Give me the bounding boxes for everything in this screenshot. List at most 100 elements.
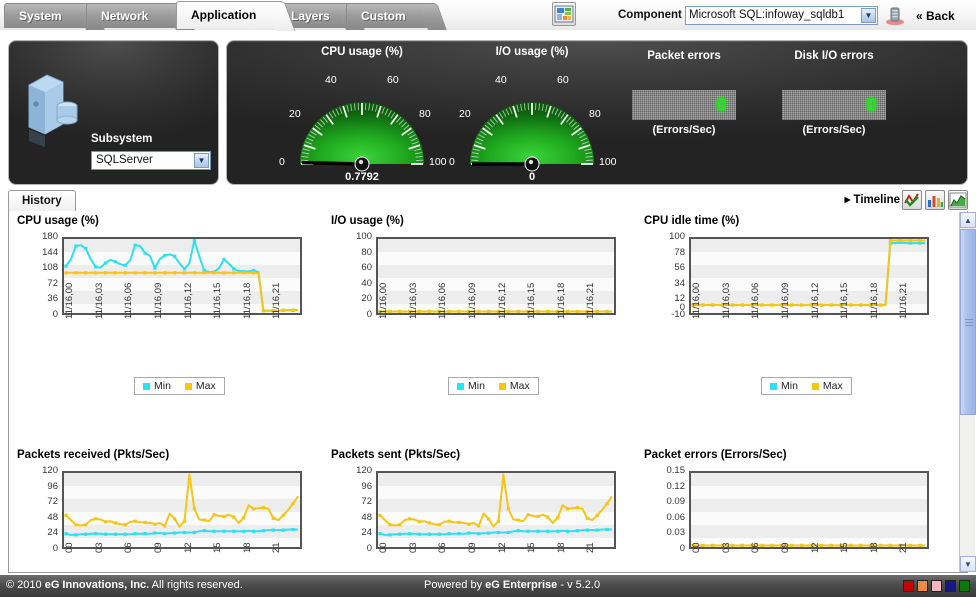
series-marker xyxy=(74,533,78,537)
legend-swatch-icon xyxy=(457,382,464,390)
chevron-down-icon[interactable]: ▼ xyxy=(194,153,209,168)
x-axis-tick: 11/16,00 xyxy=(378,282,389,319)
x-axis-tick: 00 xyxy=(378,542,389,553)
series-marker xyxy=(182,519,187,523)
series-marker xyxy=(242,271,246,275)
y-axis-tick: 56 xyxy=(674,262,685,274)
series-marker xyxy=(163,532,167,536)
series-marker xyxy=(271,516,275,520)
series-marker xyxy=(408,532,412,536)
chart-series-layer xyxy=(64,473,299,537)
tab-label: System xyxy=(19,9,62,23)
subsystem-select[interactable]: SQLServer ▼ xyxy=(91,151,211,170)
x-axis-tick: 11/16,03 xyxy=(720,282,732,319)
legend-label: Min xyxy=(154,380,171,392)
back-link[interactable]: « Back xyxy=(916,9,955,23)
y-axis-tick: 40 xyxy=(361,277,372,289)
timeline-toggle[interactable]: ▸ Timeline xyxy=(845,192,900,206)
dashboard-icon[interactable] xyxy=(552,2,576,26)
series-marker xyxy=(565,529,570,533)
series-marker xyxy=(123,523,127,527)
tab-application[interactable]: Application xyxy=(176,1,282,29)
series-marker xyxy=(281,513,285,517)
x-axis-tick: 12 xyxy=(182,542,194,553)
series-marker xyxy=(859,543,863,547)
powered-by-text: Powered by eG Enterprise - v 5.2.0 xyxy=(424,579,600,591)
y-axis-tick: 100 xyxy=(669,231,685,242)
legend-item-min[interactable]: Min xyxy=(770,380,798,392)
series-marker xyxy=(437,523,441,527)
chart-title: Packet errors (Errors/Sec) xyxy=(644,449,787,461)
series-marker xyxy=(711,543,715,547)
chart-series-layer xyxy=(691,543,925,547)
area-chart-toggle-icon[interactable] xyxy=(948,190,968,210)
line-chart-toggle-icon[interactable] xyxy=(902,190,922,210)
legend-item-max[interactable]: Max xyxy=(498,380,530,392)
series-line-max xyxy=(65,473,299,528)
server-database-icon xyxy=(21,69,83,156)
series-marker xyxy=(163,253,167,258)
disk-io-errors-led: Disk I/O errors 0 (Errors/Sec) xyxy=(782,46,886,166)
vertical-scrollbar[interactable]: ▲ ▼ xyxy=(959,212,976,572)
series-marker xyxy=(281,528,285,532)
series-marker xyxy=(271,528,275,532)
x-axis-tick: 00 xyxy=(691,542,702,553)
scroll-up-icon[interactable]: ▲ xyxy=(960,212,976,228)
series-marker xyxy=(123,271,127,275)
chevron-down-icon[interactable]: ▼ xyxy=(861,8,876,23)
scrollbar-thumb[interactable] xyxy=(960,229,976,415)
packet-errors-led: Packet errors 0 (Errors/Sec) xyxy=(632,46,736,166)
series-marker xyxy=(447,519,451,523)
series-marker xyxy=(486,309,491,313)
y-axis-tick: 0.15 xyxy=(666,465,686,476)
series-marker xyxy=(829,543,833,547)
y-axis-tick: 36 xyxy=(47,293,58,305)
chart-plot-area xyxy=(689,471,929,549)
legend-item-min[interactable]: Min xyxy=(457,380,485,392)
gauge-scale-label: 60 xyxy=(387,74,399,86)
legend-swatch-icon xyxy=(498,382,506,390)
series-marker xyxy=(516,529,520,533)
status-swatch[interactable] xyxy=(945,580,956,592)
bar-chart-toggle-icon[interactable] xyxy=(925,190,945,210)
series-marker xyxy=(153,266,157,270)
legend-item-max[interactable]: Max xyxy=(184,380,216,392)
series-marker xyxy=(74,523,78,527)
tab-label: Custom xyxy=(361,9,406,23)
series-marker xyxy=(496,530,501,535)
tab-history[interactable]: History xyxy=(8,190,76,212)
series-marker xyxy=(605,309,609,313)
series-marker xyxy=(486,517,491,521)
status-swatch[interactable] xyxy=(959,580,970,592)
legend-label: Max xyxy=(195,380,216,392)
series-marker xyxy=(799,303,804,307)
series-marker xyxy=(182,271,187,275)
series-marker xyxy=(84,246,88,250)
series-marker xyxy=(182,530,187,535)
tab-system[interactable]: System xyxy=(4,3,92,28)
tab-custom[interactable]: Custom xyxy=(346,3,434,28)
gauge-scale-label: 100 xyxy=(599,156,617,168)
gauge-scale-label: 60 xyxy=(557,74,569,86)
series-marker xyxy=(133,243,137,247)
legend-swatch-icon xyxy=(811,382,819,390)
status-swatch[interactable] xyxy=(917,580,928,592)
scroll-down-icon[interactable]: ▼ xyxy=(960,556,976,572)
status-swatch[interactable] xyxy=(931,580,942,592)
status-swatch[interactable] xyxy=(903,580,914,592)
series-marker xyxy=(829,303,833,307)
x-axis-tick: 11/16,21 xyxy=(271,282,283,319)
tab-label: Network xyxy=(101,9,149,23)
x-axis-tick: 11/16,21 xyxy=(585,282,597,319)
y-axis-tick: 72 xyxy=(47,277,58,289)
gauge-value: 0.7792 xyxy=(345,171,379,183)
legend-item-max[interactable]: Max xyxy=(811,380,843,392)
component-select[interactable]: Microsoft SQL:infoway_sqldb1 ▼ xyxy=(685,6,878,25)
legend-item-min[interactable]: Min xyxy=(143,380,171,392)
x-axis-tick: 11/16,03 xyxy=(93,282,105,319)
tab-network[interactable]: Network xyxy=(86,3,182,28)
x-axis-tick: 03 xyxy=(407,542,419,553)
server-host-icon[interactable] xyxy=(884,4,906,31)
y-axis-tick: 24 xyxy=(47,527,58,539)
series-marker xyxy=(898,239,902,243)
